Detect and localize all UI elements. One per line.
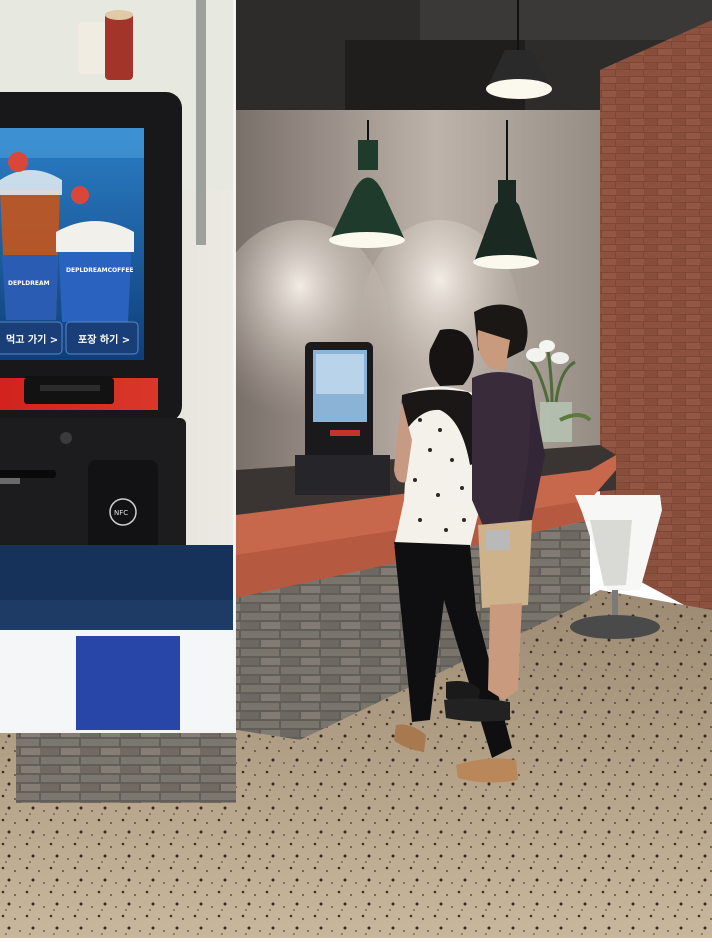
photo-scene: DEPLDREAM DEPLDREAMCOFFEE 먹고 가기 > 포장 하기 … bbox=[0, 0, 712, 938]
takeout-button-label: 포장 하기 > bbox=[78, 333, 130, 346]
dine-in-button-label: 먹고 가기 > bbox=[6, 333, 58, 346]
kiosk-closeup-inset: DEPLDREAM DEPLDREAMCOFFEE 먹고 가기 > 포장 하기 … bbox=[0, 0, 236, 733]
nfc-label: NFC bbox=[114, 509, 128, 517]
kiosk-closeup-photo: DEPLDREAM DEPLDREAMCOFFEE 먹고 가기 > 포장 하기 … bbox=[0, 0, 233, 730]
cup-brand-right: DEPLDREAMCOFFEE bbox=[66, 267, 134, 274]
cup-brand-left: DEPLDREAM bbox=[8, 280, 50, 287]
